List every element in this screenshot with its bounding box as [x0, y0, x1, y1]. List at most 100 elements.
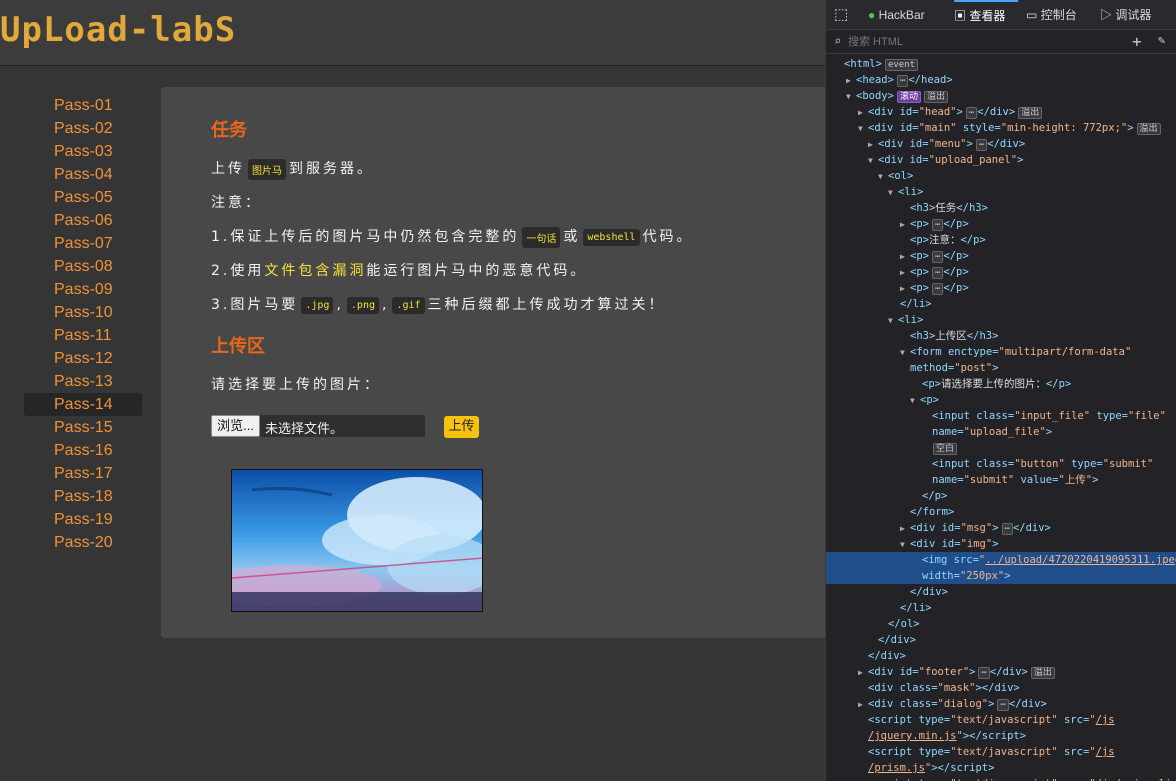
devtools-toolbar: ⬚ ● HackBar ▣ 查看器 ▭ 控制台 ▷ 调试器 — [826, 0, 1176, 30]
dom-node[interactable]: </ol> — [826, 616, 1176, 632]
dom-node[interactable]: </li> — [826, 296, 1176, 312]
menu-item-pass-10[interactable]: Pass-10 — [24, 301, 142, 324]
dom-node[interactable]: <p>请选择要上传的图片：</p> — [826, 376, 1176, 392]
anime-sky-image — [232, 470, 482, 611]
menu-item-pass-02[interactable]: Pass-02 — [24, 117, 142, 140]
note-label: 注意： — [211, 195, 262, 211]
upload-heading: 上传区 — [211, 336, 265, 356]
code-tag: .png — [346, 296, 379, 314]
dom-node: name="upload_file"> — [932, 426, 1053, 438]
upload-panel: 任务 上传 图片马 到服务器。 注意： 1.保证上传后的图片马中仍然包含完整的 一句话… — [161, 87, 825, 638]
tab-debugger[interactable]: ▷ 调试器 — [1100, 0, 1151, 30]
dom-node[interactable]: ▶ <div id="msg"> ⋯ </div> — [826, 520, 1176, 536]
menu-item-pass-03[interactable]: Pass-03 — [24, 140, 142, 163]
dom-node: /prism.js"></script> — [868, 762, 995, 774]
dom-node[interactable]: <input class="button" type="submit" — [826, 456, 1176, 472]
dom-node[interactable]: </form> — [826, 504, 1176, 520]
console-icon: ▭ — [1026, 8, 1038, 22]
dom-node[interactable]: ▼ <div id="main" style="min-height: 772px… — [826, 120, 1176, 136]
dom-node: /jquery.min.js"></script> — [868, 730, 1027, 742]
dom-node[interactable]: <script type="text/javascript" src="/js — [826, 744, 1176, 760]
devtools-panel: ⬚ ● HackBar ▣ 查看器 ▭ 控制台 ▷ 调试器 ⌕ + ✎ <htm… — [825, 0, 1176, 781]
menu-item-pass-05[interactable]: Pass-05 — [24, 186, 142, 209]
dom-node[interactable]: <div class="mask"></div> — [826, 680, 1176, 696]
dom-node[interactable]: ▼ <div id="upload_panel"> — [826, 152, 1176, 168]
code-tag: webshell — [583, 228, 640, 246]
code-tag: .gif — [392, 296, 425, 314]
menu-item-pass-19[interactable]: Pass-19 — [24, 508, 142, 531]
debugger-icon: ▷ — [1100, 8, 1113, 22]
tab-inspector[interactable]: ▣ 查看器 — [954, 0, 1018, 30]
dom-node-selected: width="250px"> — [826, 568, 1176, 584]
menu-item-pass-01[interactable]: Pass-01 — [24, 94, 142, 117]
code-tag: .jpg — [301, 296, 334, 314]
dom-node[interactable]: <html> event — [826, 56, 1176, 72]
hackbar-icon: ● — [868, 8, 876, 22]
dom-node[interactable]: <h3>上传区</h3> — [826, 328, 1176, 344]
dom-node[interactable]: </p> — [826, 488, 1176, 504]
dom-node: method="post"> — [910, 362, 999, 374]
code-tag: 一句话 — [522, 226, 561, 248]
dom-node[interactable]: <script type="text/javascript" src="/js — [826, 712, 1176, 728]
task-line-4: 3.图片马要 .jpg, .png, .gif 三种后缀都上传成功才算过关！ — [211, 296, 666, 314]
dom-node[interactable]: ▶ <div id="menu"> ⋯ </div> — [826, 136, 1176, 152]
dom-node[interactable]: <input class="input_file" type="file" — [826, 408, 1176, 424]
html-search-input[interactable] — [848, 33, 1118, 51]
task-line-1: 上传 图片马 到服务器。 — [211, 158, 374, 180]
menu-item-pass-14[interactable]: Pass-14 — [24, 393, 142, 416]
upload-button[interactable]: 上传 — [444, 416, 479, 438]
dom-node[interactable]: ▶ <div id="head"> ⋯ </div> 溢出 — [826, 104, 1176, 120]
menu-item-pass-16[interactable]: Pass-16 — [24, 439, 142, 462]
menu-item-pass-17[interactable]: Pass-17 — [24, 462, 142, 485]
dom-node[interactable]: <h3>任务</h3> — [826, 200, 1176, 216]
menu-item-pass-09[interactable]: Pass-09 — [24, 278, 142, 301]
dom-node[interactable]: ▼ <li> — [826, 184, 1176, 200]
menu-item-pass-20[interactable]: Pass-20 — [24, 531, 142, 554]
dom-node[interactable]: <script type="text/javascript" src="/js/… — [826, 776, 1176, 781]
menu-item-pass-15[interactable]: Pass-15 — [24, 416, 142, 439]
add-node-icon[interactable]: + — [1132, 32, 1142, 51]
site-header: UpLoad-labS — [0, 0, 825, 66]
menu-item-pass-06[interactable]: Pass-06 — [24, 209, 142, 232]
tab-hackbar[interactable]: ● HackBar — [868, 0, 925, 30]
dom-node[interactable]: ▼ <div id="img"> — [826, 536, 1176, 552]
dom-node[interactable]: ▶ <div id="footer"> ⋯ </div> 溢出 — [826, 664, 1176, 680]
dom-node[interactable]: </div> — [826, 632, 1176, 648]
dom-node[interactable]: ▶ <p> ⋯ </p> — [826, 216, 1176, 232]
eyedropper-icon[interactable]: ✎ — [1158, 33, 1165, 47]
highlight-text: 文件包含漏洞 — [264, 263, 367, 279]
dom-node[interactable]: ▶ <head> ⋯ </head> — [826, 72, 1176, 88]
dom-node[interactable]: ▶ <div class="dialog"> ⋯ </div> — [826, 696, 1176, 712]
task-heading: 任务 — [211, 120, 247, 140]
menu-item-pass-12[interactable]: Pass-12 — [24, 347, 142, 370]
dom-node[interactable]: ▶ <p> ⋯ </p> — [826, 264, 1176, 280]
search-icon: ⌕ — [834, 34, 842, 48]
menu-item-pass-07[interactable]: Pass-07 — [24, 232, 142, 255]
dom-node[interactable]: ▶ <p> ⋯ </p> — [826, 280, 1176, 296]
dom-node[interactable]: ▼ <li> — [826, 312, 1176, 328]
dom-node[interactable]: </li> — [826, 600, 1176, 616]
dom-node[interactable]: 空白 — [826, 440, 1176, 456]
dom-node[interactable]: </div> — [826, 584, 1176, 600]
menu-item-pass-04[interactable]: Pass-04 — [24, 163, 142, 186]
menu-item-pass-08[interactable]: Pass-08 — [24, 255, 142, 278]
file-input[interactable]: 浏览... 未选择文件。 — [211, 415, 425, 437]
task-line-2: 1.保证上传后的图片马中仍然包含完整的 一句话或 webshell 代码。 — [211, 226, 694, 248]
task-line-3: 2.使用文件包含漏洞能运行图片马中的恶意代码。 — [211, 263, 588, 279]
dom-node[interactable]: ▼ <ol> — [826, 168, 1176, 184]
element-picker-icon[interactable]: ⬚ — [834, 0, 848, 30]
dom-node[interactable]: ▼ <body> 滚动 溢出 — [826, 88, 1176, 104]
code-tag: 图片马 — [248, 158, 286, 180]
dom-node[interactable]: ▼ <form enctype="multipart/form-data" — [826, 344, 1176, 360]
menu-item-pass-11[interactable]: Pass-11 — [24, 324, 142, 347]
menu-item-pass-18[interactable]: Pass-18 — [24, 485, 142, 508]
dom-node[interactable]: ▶ <p> ⋯ </p> — [826, 248, 1176, 264]
menu-item-pass-13[interactable]: Pass-13 — [24, 370, 142, 393]
browse-button[interactable]: 浏览... — [211, 415, 260, 437]
dom-node[interactable]: ▼ <p> — [826, 392, 1176, 408]
dom-node[interactable]: <p>注意：</p> — [826, 232, 1176, 248]
tab-console[interactable]: ▭ 控制台 — [1026, 0, 1077, 30]
dom-node-selected[interactable]: <img src="../upload/4720220419095311.jpe… — [826, 552, 1176, 568]
dom-tree: <html> event ▶ <head> ⋯ </head> ▼ <body> 滚动 溢出 … — [826, 56, 1176, 781]
dom-node[interactable]: </div> — [826, 648, 1176, 664]
